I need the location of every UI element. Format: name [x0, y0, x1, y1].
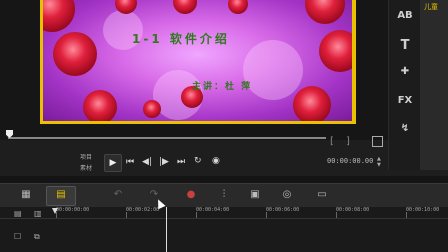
media-icon[interactable]: AB: [396, 10, 414, 24]
rose-decoration: [53, 32, 97, 76]
fx-icon[interactable]: FX: [396, 95, 414, 109]
ruler-label: 00:00:02:00: [126, 207, 160, 213]
ruler-label: 00:00:00:00: [56, 207, 90, 213]
play-button[interactable]: ▶: [104, 154, 122, 172]
mark-out-button[interactable]: ]: [346, 136, 350, 147]
title-icon[interactable]: T: [396, 38, 414, 53]
auto-music-icon[interactable]: ▣: [246, 187, 264, 203]
preview-title-text: 1-1 软件介绍: [132, 32, 230, 46]
mark-in-button[interactable]: [: [330, 136, 334, 147]
timeline-area: [0, 207, 448, 252]
path-icon[interactable]: ↯: [396, 123, 414, 137]
ruler-label: 00:00:04:00: [196, 207, 230, 213]
rose-decoration: [293, 86, 331, 121]
panel-divider: [0, 176, 448, 183]
prev-frame-button[interactable]: ◀|: [142, 157, 152, 167]
timecode-stepper[interactable]: ▲ ▼: [377, 156, 385, 170]
track-manager-icon[interactable]: ▤: [14, 209, 22, 218]
library-panel: 儿童: [420, 0, 448, 170]
copy-icon[interactable]: [372, 136, 383, 147]
scrub-bar[interactable]: [8, 137, 326, 139]
rose-decoration: [43, 0, 75, 32]
track-toggle-icon[interactable]: ⧉: [34, 232, 40, 242]
subtitle-icon[interactable]: ▭: [313, 187, 331, 203]
audio-mixer-icon[interactable]: ⫶: [215, 187, 233, 203]
rose-decoration: [83, 90, 117, 121]
clip-mode-label[interactable]: 素材: [80, 163, 92, 172]
rose-decoration: [228, 0, 248, 14]
storyboard-view-button[interactable]: ▦: [14, 187, 38, 203]
ruler-label: 00:00:06:00: [266, 207, 300, 213]
timeline-playhead[interactable]: [166, 207, 167, 252]
volume-button[interactable]: ◉: [212, 156, 220, 166]
rose-decoration: [305, 0, 345, 24]
next-frame-button[interactable]: |▶: [159, 157, 169, 167]
preview-subtitle-text: 主讲：杜 萍: [192, 82, 253, 92]
ruler-label: 00:00:08:00: [336, 207, 370, 213]
rose-decoration: [143, 100, 161, 118]
transition-icon[interactable]: ✚: [396, 66, 414, 80]
timeline-view-button[interactable]: ▤: [46, 186, 76, 206]
record-icon[interactable]: ●: [182, 187, 200, 203]
add-track-icon[interactable]: ▥: [34, 209, 42, 218]
library-toolbar: [388, 0, 421, 170]
ruler-label: 00:00:10:00: [406, 207, 440, 213]
preview-canvas[interactable]: [43, 0, 352, 121]
repeat-button[interactable]: ↻: [194, 156, 202, 166]
rose-decoration: [173, 0, 197, 14]
rose-decoration: [319, 30, 352, 72]
track-divider: [0, 218, 448, 219]
home-button[interactable]: ⏮: [126, 157, 134, 167]
motion-track-icon[interactable]: ◎: [278, 187, 296, 203]
undo-icon[interactable]: ↶: [110, 187, 126, 203]
library-tab-label[interactable]: 儿童: [424, 2, 438, 12]
end-button[interactable]: ⏭: [177, 157, 185, 167]
video-track-icon: ☐: [14, 232, 22, 241]
project-mode-label[interactable]: 项目: [80, 152, 92, 161]
